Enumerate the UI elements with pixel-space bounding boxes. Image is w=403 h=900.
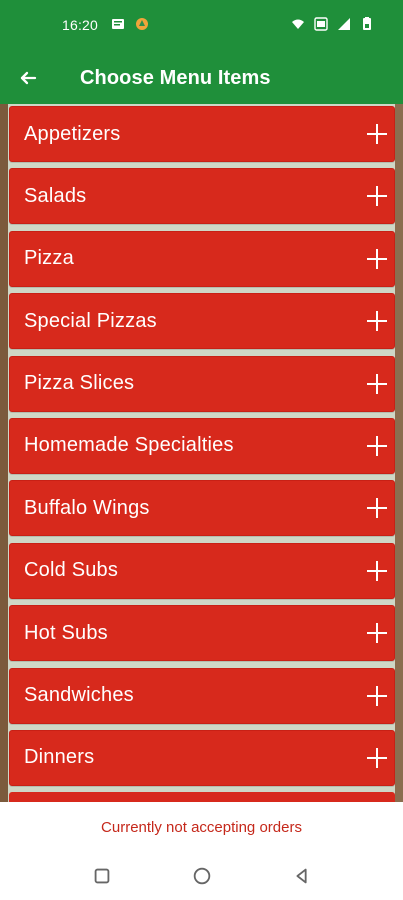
order-status-message: Currently not accepting orders: [0, 802, 403, 852]
menu-item-special-pizzas[interactable]: Special Pizzas: [9, 293, 395, 350]
battery-icon: [359, 16, 375, 32]
home-button[interactable]: [190, 864, 214, 888]
menu-item-salads[interactable]: Salads: [9, 168, 395, 225]
recent-apps-button[interactable]: [90, 864, 114, 888]
menu-item-hot-subs[interactable]: Hot Subs: [9, 605, 395, 662]
menu-item-label: Pizza Slices: [24, 372, 135, 395]
data-icon: [313, 16, 329, 32]
menu-item-dinners[interactable]: Dinners: [9, 729, 395, 786]
menu-item-buffalo-wings[interactable]: Buffalo Wings: [9, 480, 395, 537]
plus-icon[interactable]: [366, 435, 388, 457]
status-bar: 16:20: [0, 0, 403, 52]
back-nav-button[interactable]: [290, 864, 314, 888]
circle-icon: [193, 867, 210, 885]
menu-item-pizza[interactable]: Pizza: [9, 230, 395, 287]
menu-item-label: Salads: [24, 184, 87, 207]
menu-item-label: Buffalo Wings: [24, 496, 150, 519]
status-left-icons: [110, 16, 150, 32]
plus-icon[interactable]: [366, 747, 388, 769]
arrow-left-icon: [18, 68, 38, 88]
menu-item-label: Sandwiches: [24, 684, 134, 707]
menu-item-label: Homemade Specialties: [24, 434, 234, 457]
plus-icon[interactable]: [366, 248, 388, 270]
triangle-back-icon: [296, 868, 307, 884]
plus-icon[interactable]: [366, 185, 388, 207]
plus-icon[interactable]: [366, 310, 388, 332]
menu-item-homemade-specialties[interactable]: Homemade Specialties: [9, 417, 395, 474]
menu-item-cold-subs[interactable]: Cold Subs: [9, 542, 395, 599]
menu-item-label: Pizza: [24, 247, 74, 270]
notification-icon: [110, 16, 126, 32]
menu-item-partial: [9, 792, 395, 802]
plus-icon[interactable]: [366, 622, 388, 644]
plus-icon[interactable]: [366, 560, 388, 582]
menu-item-label: Appetizers: [24, 122, 121, 145]
menu-item-sandwiches[interactable]: Sandwiches: [9, 667, 395, 724]
wifi-icon: [290, 16, 306, 32]
menu-item-label: Dinners: [24, 746, 95, 769]
menu-item-label: Cold Subs: [24, 559, 119, 582]
status-time: 16:20: [62, 17, 99, 33]
page-title: Choose Menu Items: [80, 66, 271, 89]
menu-list: Appetizers Salads Pizza Special Pizzas P…: [9, 106, 395, 792]
plus-icon[interactable]: [366, 685, 388, 707]
app-status-icon: [134, 16, 150, 32]
menu-content: Appetizers Salads Pizza Special Pizzas P…: [0, 104, 403, 802]
square-icon: [94, 868, 109, 884]
menu-item-appetizers[interactable]: Appetizers: [9, 106, 395, 162]
menu-item-label: Hot Subs: [24, 621, 108, 644]
plus-icon[interactable]: [366, 373, 388, 395]
signal-icon: [336, 16, 352, 32]
plus-icon[interactable]: [366, 497, 388, 519]
system-navigation-bar: [0, 852, 403, 900]
back-button[interactable]: [0, 52, 56, 104]
menu-item-label: Special Pizzas: [24, 309, 157, 332]
menu-item-pizza-slices[interactable]: Pizza Slices: [9, 355, 395, 412]
app-bar: Choose Menu Items: [0, 52, 403, 104]
status-right-icons: [290, 16, 375, 32]
plus-icon[interactable]: [366, 123, 388, 145]
